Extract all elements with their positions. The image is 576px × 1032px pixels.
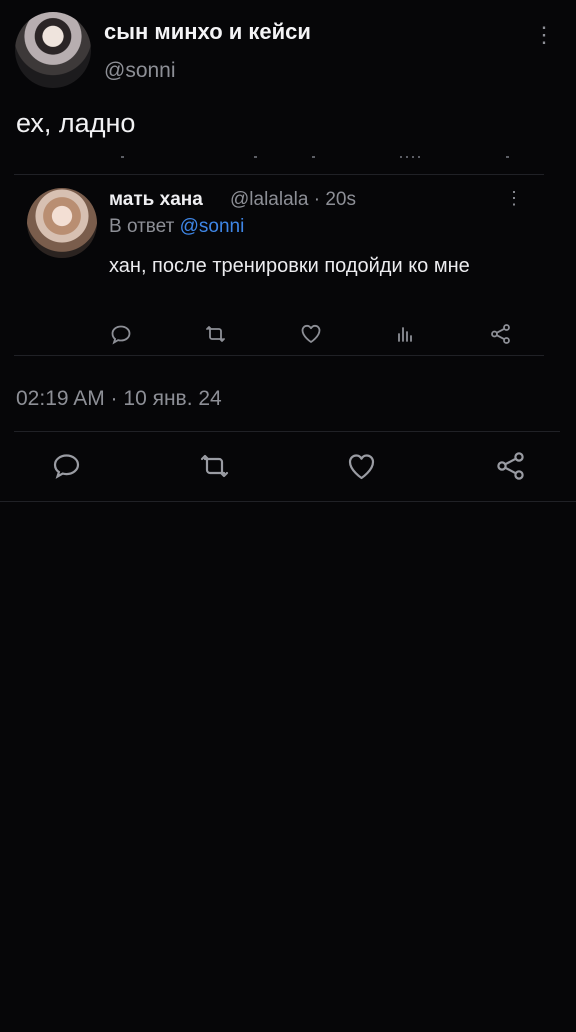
reply-prefix: В ответ — [109, 216, 175, 237]
reply-icon[interactable] — [109, 323, 133, 345]
share-icon[interactable] — [494, 449, 528, 483]
like-icon[interactable] — [345, 450, 378, 482]
quote-top-divider — [14, 174, 544, 175]
share-icon[interactable] — [489, 322, 513, 346]
retweet-icon[interactable] — [203, 322, 228, 346]
content-separator — [121, 156, 509, 158]
tweet-text: ех, ладно — [16, 108, 136, 138]
quote-bottom-divider — [14, 355, 544, 356]
actions-top-divider — [14, 431, 560, 432]
like-icon[interactable] — [299, 322, 323, 345]
reply-text: хан, после тренировки подойди ко мне — [109, 255, 470, 277]
retweet-icon[interactable] — [197, 449, 232, 483]
author-handle[interactable]: @sonni — [104, 59, 176, 83]
reply-display-name[interactable]: мать хана — [109, 189, 203, 211]
reply-target-link[interactable]: @sonni — [180, 216, 245, 237]
tweet-timestamp[interactable]: 02:19 AM · 10 янв. 24 — [16, 387, 222, 411]
reply-more-icon[interactable]: ⋮ — [504, 188, 524, 212]
more-icon[interactable]: ⋮ — [532, 22, 556, 50]
reply-author-avatar[interactable] — [27, 188, 97, 258]
reply-context: В ответ @sonni — [109, 216, 244, 238]
author-avatar[interactable] — [15, 12, 91, 88]
views-icon[interactable] — [395, 324, 415, 344]
reply-icon[interactable] — [51, 451, 82, 481]
page-bottom-divider — [0, 501, 576, 502]
author-display-name[interactable]: сын минхо и кейси — [104, 19, 311, 45]
reply-meta: @lalalala · 20s — [230, 189, 356, 210]
